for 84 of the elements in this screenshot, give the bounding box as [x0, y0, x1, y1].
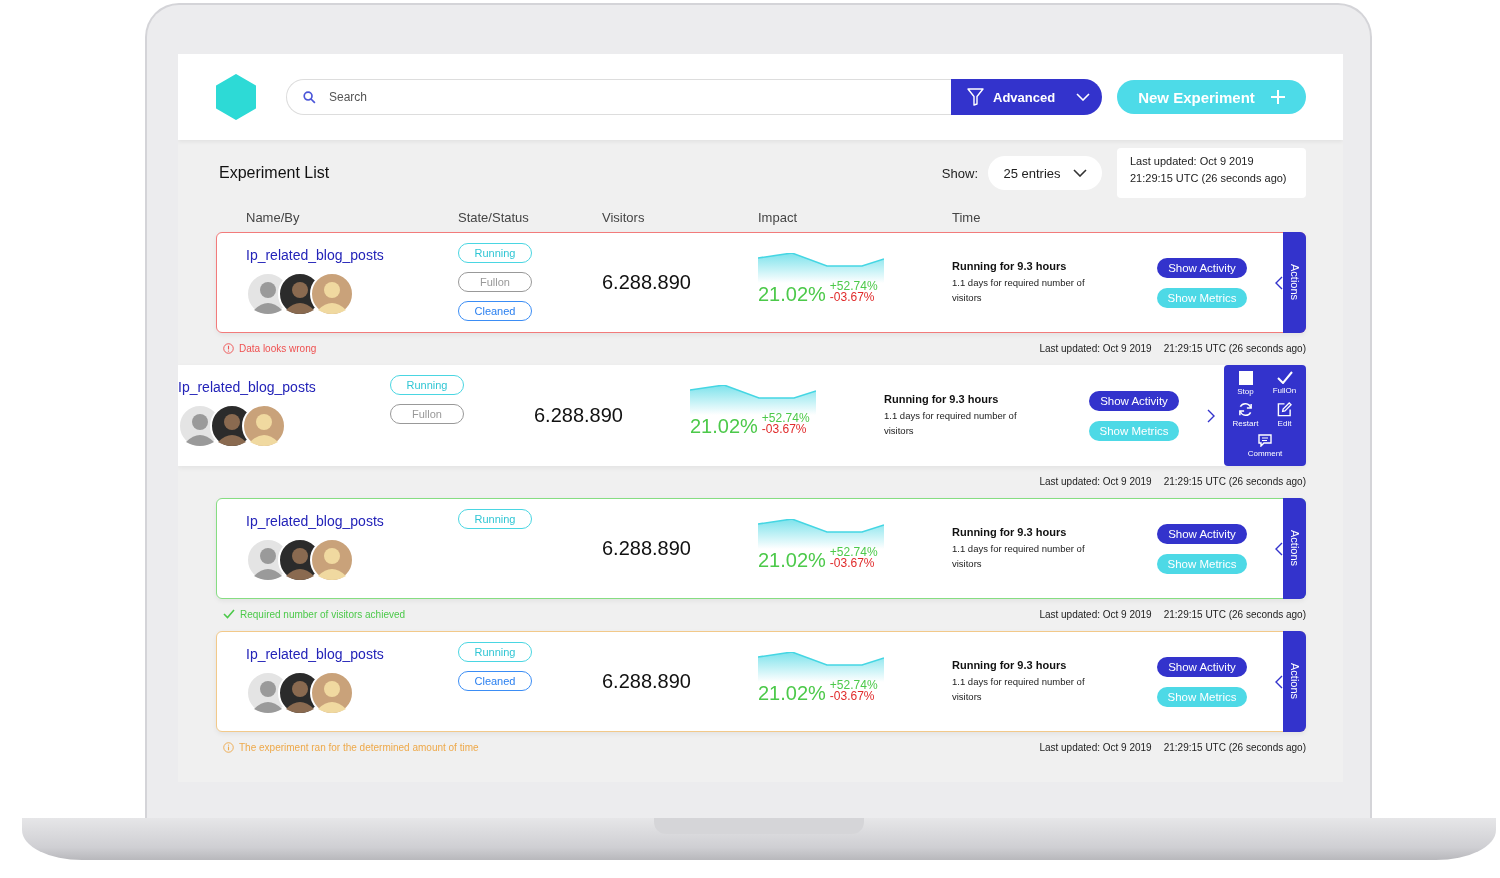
time-detail: 1.1 days for required number of visitors: [952, 276, 1086, 305]
avatar: [310, 272, 354, 316]
impact-value: 21.02%: [758, 682, 826, 705]
check-icon: [1276, 371, 1293, 384]
show-activity-button[interactable]: Show Activity: [1157, 656, 1247, 677]
hexagon-logo: [215, 74, 257, 120]
check-icon: [223, 609, 235, 619]
experiment-name-link[interactable]: Ip_related_blog_posts: [178, 379, 316, 395]
running-time: Running for 9.3 hours: [952, 526, 1068, 538]
last-updated-text: 21:29:15 UTC (26 seconds ago): [1163, 342, 1306, 354]
last-updated-text: Last updated: Oct 9 2019: [1039, 608, 1152, 620]
impact-value: 21.02%: [690, 415, 758, 438]
time-detail: 1.1 days for required number of visitors: [952, 542, 1086, 571]
show-activity-button[interactable]: Show Activity: [1089, 390, 1179, 411]
actions-tab[interactable]: Actions: [1283, 631, 1306, 732]
chevron-left-icon[interactable]: [1275, 275, 1283, 290]
column-header: State/Status: [458, 210, 530, 225]
comment-icon: [1258, 434, 1272, 447]
filter-icon: [967, 88, 984, 106]
chevron-left-icon[interactable]: [1275, 541, 1283, 556]
column-header: Visitors: [602, 210, 646, 225]
last-updated-text: 21:29:15 UTC (26 seconds ago): [1163, 475, 1306, 487]
running-time: Running for 9.3 hours: [952, 260, 1068, 272]
last-updated-text: Last updated: Oct 9 2019: [1039, 741, 1152, 753]
actions-tab[interactable]: Actions: [1283, 232, 1306, 333]
chevron-down-icon: [1076, 93, 1091, 101]
action-button[interactable]: Comment: [1226, 434, 1304, 462]
visitors-count: 6.288.890: [602, 537, 691, 560]
impact-increase: +52.74%: [829, 680, 878, 691]
last-updated-text: Last updated: Oct 9 2019: [1039, 342, 1152, 354]
impact-increase: +52.74%: [761, 413, 810, 424]
time-detail: 1.1 days for required number of visitors: [952, 675, 1086, 704]
plus-icon: [1270, 90, 1285, 104]
visitors-count: 6.288.890: [534, 404, 623, 427]
entries-dropdown[interactable]: 25 entries: [988, 156, 1102, 190]
last-updated-text: 21:29:15 UTC (26 seconds ago): [1163, 741, 1306, 753]
chevron-left-icon[interactable]: [1275, 674, 1283, 689]
experiment-name-link[interactable]: Ip_related_blog_posts: [246, 646, 384, 662]
column-header: Time: [952, 210, 982, 225]
impact-decrease: -03.67%: [829, 292, 876, 303]
avatar: [310, 538, 354, 582]
time-detail: 1.1 days for required number of visitors: [884, 409, 1018, 438]
action-button[interactable]: FullOn: [1265, 371, 1304, 400]
show-label: Show:: [941, 165, 978, 181]
avatar: [310, 671, 354, 715]
last-updated-text: Last updated: Oct 9 2019: [1130, 155, 1255, 167]
info-icon: [223, 741, 234, 753]
impact-value: 21.02%: [758, 549, 826, 572]
alert-text: Required number of visitors achieved: [240, 608, 406, 620]
list-title: Experiment List: [219, 164, 330, 182]
impact-increase: +52.74%: [829, 281, 878, 292]
action-button[interactable]: Restart: [1226, 402, 1265, 432]
alert-text: The experiment ran for the determined amount of time: [239, 741, 479, 753]
edit-icon: [1277, 402, 1292, 417]
actions-tab[interactable]: Actions: [1283, 498, 1306, 599]
last-updated-text: 21:29:15 UTC (26 seconds ago): [1163, 608, 1306, 620]
experiment-name-link[interactable]: Ip_related_blog_posts: [246, 513, 384, 529]
advanced-filter-button[interactable]: Advanced: [951, 79, 1102, 115]
show-activity-button[interactable]: Show Activity: [1157, 523, 1247, 544]
action-button[interactable]: Edit: [1265, 402, 1304, 432]
impact-decrease: -03.67%: [829, 691, 876, 702]
impact-decrease: -03.67%: [761, 424, 808, 435]
visitors-count: 6.288.890: [602, 670, 691, 693]
column-header: Impact: [758, 210, 798, 225]
show-activity-button[interactable]: Show Activity: [1157, 257, 1247, 278]
avatar: [242, 404, 286, 448]
running-time: Running for 9.3 hours: [952, 659, 1068, 671]
last-updated-text: 21:29:15 UTC (26 seconds ago): [1130, 172, 1288, 184]
column-header: Name/By: [246, 210, 301, 225]
visitors-count: 6.288.890: [602, 271, 691, 294]
running-time: Running for 9.3 hours: [884, 393, 1000, 405]
exclamation-icon: [223, 342, 234, 354]
action-button[interactable]: Stop: [1226, 371, 1265, 400]
chevron-down-icon: [1072, 169, 1087, 177]
experiment-name-link[interactable]: Ip_related_blog_posts: [246, 247, 384, 263]
chevron-right-icon[interactable]: [1207, 408, 1215, 423]
impact-decrease: -03.67%: [829, 558, 876, 569]
alert-text: Data looks wrong: [239, 342, 317, 354]
last-updated-text: Last updated: Oct 9 2019: [1039, 475, 1152, 487]
search-field[interactable]: Search: [286, 79, 951, 115]
refresh-icon: [1238, 402, 1253, 417]
impact-increase: +52.74%: [829, 547, 878, 558]
impact-value: 21.02%: [758, 283, 826, 306]
stop-icon: [1238, 371, 1253, 385]
